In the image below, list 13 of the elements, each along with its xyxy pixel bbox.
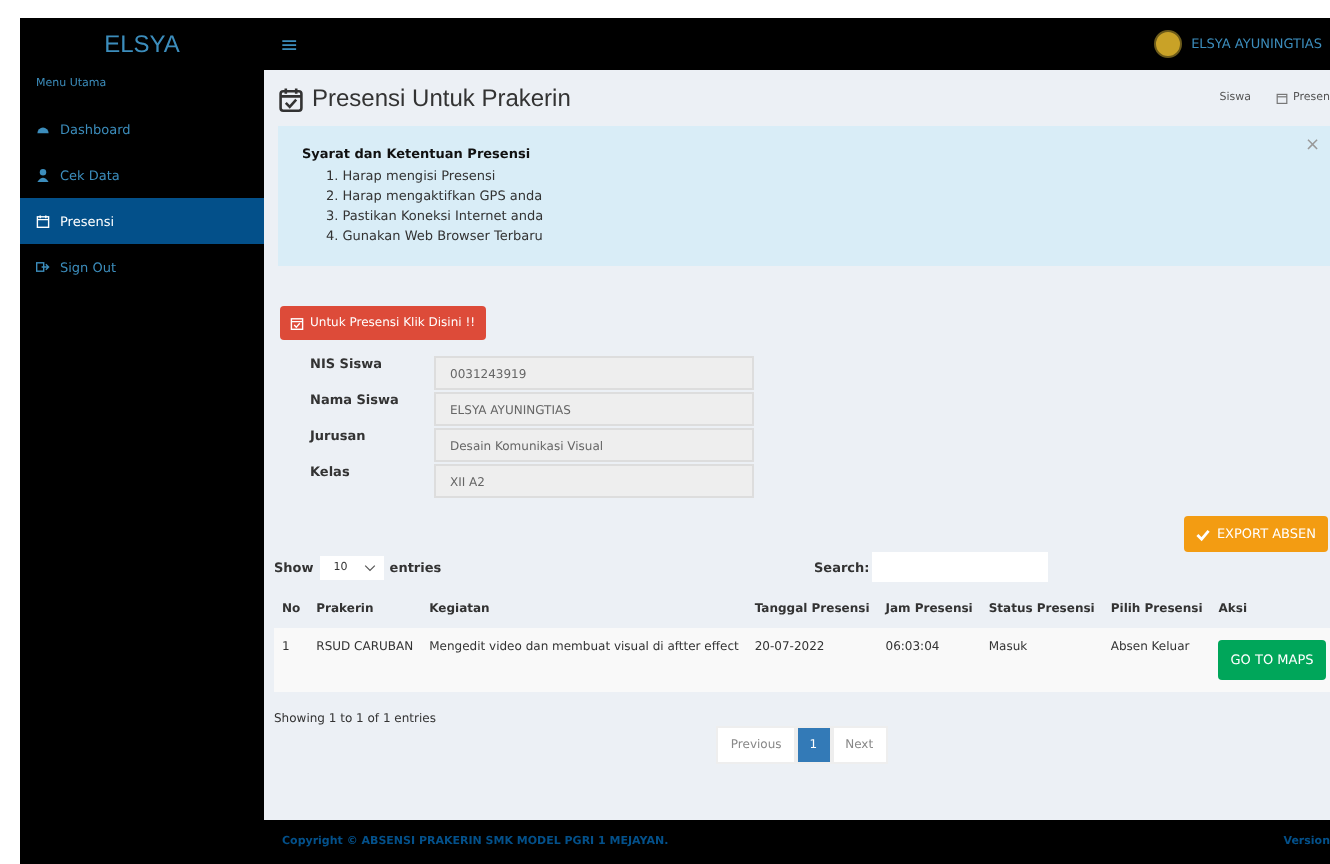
- chevron-down-icon: [363, 563, 376, 571]
- checkmark-icon: [1196, 527, 1211, 541]
- avatar-icon: [1153, 30, 1182, 58]
- menu-icon[interactable]: ≡: [280, 31, 299, 57]
- brand-logo-text[interactable]: ELSYA: [20, 30, 264, 58]
- page-title: Presensi Untuk Prakerin: [312, 84, 571, 112]
- sign-out-icon: [36, 260, 50, 274]
- calendar-icon: [36, 214, 50, 228]
- user-icon: [36, 168, 50, 182]
- calendar-check-icon: [278, 85, 304, 111]
- calendar-check-icon: [290, 316, 304, 330]
- gauge-icon: [36, 122, 50, 136]
- calendar-icon: [1275, 92, 1288, 104]
